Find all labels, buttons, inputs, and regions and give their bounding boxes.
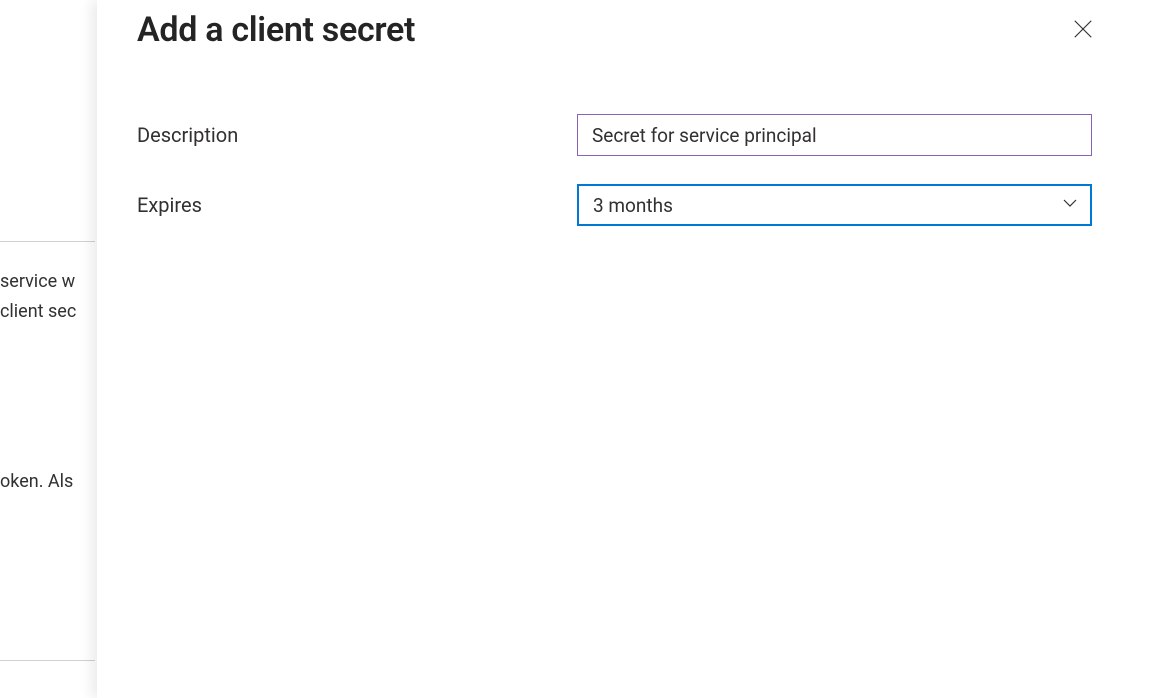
add-client-secret-panel: Add a client secret Description Expires … (97, 0, 1161, 698)
panel-title: Add a client secret (137, 10, 415, 50)
close-icon (1072, 18, 1094, 43)
close-button[interactable] (1065, 12, 1101, 48)
description-label: Description (137, 123, 577, 147)
background-text: service w (0, 268, 75, 297)
expires-select-value: 3 months (593, 194, 673, 217)
divider (0, 660, 95, 661)
expires-select-wrap: 3 months (577, 184, 1092, 226)
expires-row: Expires 3 months (137, 184, 1121, 226)
description-row: Description (137, 114, 1121, 156)
panel-header: Add a client secret (137, 10, 1121, 50)
background-page-content: service w client sec oken. Als (0, 0, 100, 698)
form-area: Description Expires 3 months (137, 114, 1121, 226)
divider (0, 241, 95, 242)
expires-select[interactable]: 3 months (577, 184, 1092, 226)
expires-label: Expires (137, 193, 577, 217)
background-text: oken. Als (0, 468, 73, 497)
background-text: client sec (0, 298, 76, 327)
description-input[interactable] (577, 114, 1092, 156)
